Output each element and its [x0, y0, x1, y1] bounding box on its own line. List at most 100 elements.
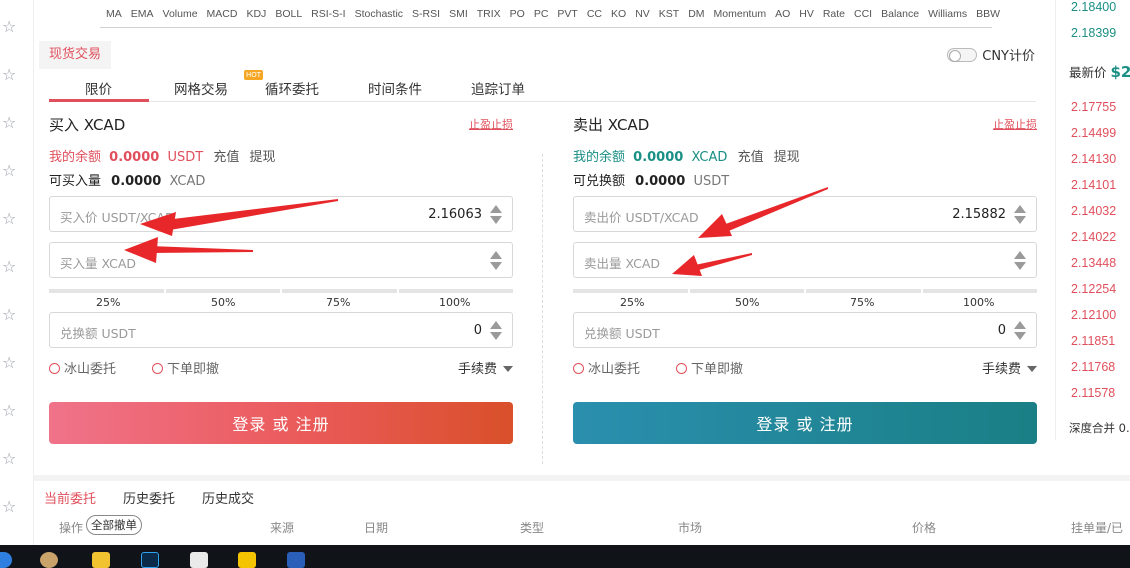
indicator-pc[interactable]: PC	[534, 8, 549, 20]
indicator-rsi[interactable]: RSI-S-I	[311, 8, 345, 20]
ob-price[interactable]: 2.17755	[1071, 100, 1116, 114]
deposit-link[interactable]: 充值	[738, 150, 764, 165]
stepper-icon[interactable]	[1014, 251, 1026, 271]
star-icon[interactable]: ☆	[2, 451, 16, 467]
radio-icon[interactable]	[573, 363, 584, 374]
browser-icon[interactable]	[0, 552, 12, 568]
ob-price[interactable]: 2.12100	[1071, 308, 1116, 322]
percent-75[interactable]: 75%	[326, 296, 350, 309]
percent-50[interactable]: 50%	[735, 296, 759, 309]
sell-stoploss-link[interactable]: 止盈止损	[993, 116, 1037, 132]
indicator-ma[interactable]: MA	[106, 8, 122, 20]
ob-price[interactable]: 2.11851	[1071, 334, 1115, 348]
ob-price[interactable]: 2.18399	[1071, 26, 1116, 40]
iceberg-option[interactable]: 冰山委托	[49, 358, 116, 377]
ob-price[interactable]: 2.14499	[1071, 126, 1116, 140]
indicator-smi[interactable]: SMI	[449, 8, 468, 20]
spot-trading-tab[interactable]: 现货交易	[39, 41, 112, 69]
tab-loop-order[interactable]: 循环委托	[265, 78, 319, 98]
buy-amount-input[interactable]: 买入量 XCAD	[49, 242, 513, 278]
deposit-link[interactable]: 充值	[213, 150, 239, 165]
folder-icon[interactable]	[92, 552, 110, 568]
ioc-option[interactable]: 下单即撤	[676, 358, 743, 377]
word-icon[interactable]	[287, 552, 305, 568]
star-icon[interactable]: ☆	[2, 403, 16, 419]
tab-grid-trading[interactable]: 网格交易	[174, 78, 228, 98]
indicator-macd[interactable]: MACD	[207, 8, 238, 20]
indicator-stochastic[interactable]: Stochastic	[355, 8, 403, 20]
indicator-kst[interactable]: KST	[659, 8, 679, 20]
star-icon[interactable]: ☆	[2, 355, 16, 371]
tab-current-orders[interactable]: 当前委托	[44, 488, 96, 507]
percent-25[interactable]: 25%	[96, 296, 120, 309]
radio-icon[interactable]	[152, 363, 163, 374]
ob-price[interactable]: 2.18400	[1071, 0, 1116, 14]
sell-total-input[interactable]: 兑换额 USDT 0	[573, 312, 1037, 348]
indicator-ao[interactable]: AO	[775, 8, 790, 20]
indicator-ko[interactable]: KO	[611, 8, 626, 20]
avatar-app-icon[interactable]	[40, 552, 58, 568]
ob-price[interactable]: 2.14101	[1071, 178, 1116, 192]
radio-icon[interactable]	[49, 363, 60, 374]
tab-trade-history[interactable]: 历史成交	[202, 488, 254, 507]
indicator-ema[interactable]: EMA	[131, 8, 154, 20]
indicator-pvt[interactable]: PVT	[557, 8, 577, 20]
tab-order-history[interactable]: 历史委托	[123, 488, 175, 507]
photoshop-icon[interactable]	[141, 552, 159, 568]
withdraw-link[interactable]: 提现	[774, 150, 800, 165]
star-icon[interactable]: ☆	[2, 163, 16, 179]
buy-total-input[interactable]: 兑换额 USDT 0	[49, 312, 513, 348]
stepper-icon[interactable]	[1014, 321, 1026, 341]
indicator-nv[interactable]: NV	[635, 8, 650, 20]
indicator-trix[interactable]: TRIX	[477, 8, 501, 20]
star-icon[interactable]: ☆	[2, 19, 16, 35]
fee-dropdown[interactable]: 手续费	[982, 358, 1037, 377]
ob-price[interactable]: 2.13448	[1071, 256, 1116, 270]
buy-stoploss-link[interactable]: 止盈止损	[469, 116, 513, 132]
percent-100[interactable]: 100%	[963, 296, 994, 309]
cny-pricing-toggle[interactable]: CNY计价	[947, 45, 1035, 64]
star-icon[interactable]: ☆	[2, 67, 16, 83]
percent-50[interactable]: 50%	[211, 296, 235, 309]
sell-amount-input[interactable]: 卖出量 XCAD	[573, 242, 1037, 278]
ob-price[interactable]: 2.11578	[1071, 386, 1115, 400]
indicator-cci[interactable]: CCI	[854, 8, 872, 20]
stepper-icon[interactable]	[490, 205, 502, 225]
toggle-switch[interactable]	[947, 47, 978, 62]
indicator-po[interactable]: PO	[510, 8, 525, 20]
depth-merge-selector[interactable]: 深度合并 0.	[1069, 420, 1130, 436]
buy-percent-slider[interactable]	[49, 289, 513, 293]
indicator-momentum[interactable]: Momentum	[714, 8, 767, 20]
star-icon[interactable]: ☆	[2, 499, 16, 515]
indicator-bbw[interactable]: BBW	[976, 8, 1000, 20]
stepper-icon[interactable]	[490, 251, 502, 271]
star-icon[interactable]: ☆	[2, 115, 16, 131]
stepper-icon[interactable]	[490, 321, 502, 341]
ob-price[interactable]: 2.14022	[1071, 230, 1116, 244]
star-icon[interactable]: ☆	[2, 211, 16, 227]
percent-100[interactable]: 100%	[439, 296, 470, 309]
app-icon[interactable]	[238, 552, 256, 568]
iceberg-option[interactable]: 冰山委托	[573, 358, 640, 377]
percent-25[interactable]: 25%	[620, 296, 644, 309]
indicator-balance[interactable]: Balance	[881, 8, 919, 20]
sell-login-register-button[interactable]: 登录 或 注册	[573, 402, 1037, 444]
star-icon[interactable]: ☆	[2, 307, 16, 323]
cancel-all-button[interactable]: 全部撤单	[86, 515, 142, 535]
ioc-option[interactable]: 下单即撤	[152, 358, 219, 377]
fee-dropdown[interactable]: 手续费	[458, 358, 513, 377]
indicator-volume[interactable]: Volume	[163, 8, 198, 20]
ob-price[interactable]: 2.14130	[1071, 152, 1116, 166]
star-icon[interactable]: ☆	[2, 259, 16, 275]
tab-trailing-order[interactable]: 追踪订单	[471, 78, 525, 98]
buy-login-register-button[interactable]: 登录 或 注册	[49, 402, 513, 444]
withdraw-link[interactable]: 提现	[249, 150, 275, 165]
ob-price[interactable]: 2.11768	[1071, 360, 1115, 374]
indicator-cc[interactable]: CC	[587, 8, 602, 20]
ob-price[interactable]: 2.12254	[1071, 282, 1116, 296]
indicator-williams[interactable]: Williams	[928, 8, 967, 20]
sell-price-input[interactable]: 卖出价 USDT/XCAD 2.15882	[573, 196, 1037, 232]
indicator-hv[interactable]: HV	[799, 8, 814, 20]
percent-75[interactable]: 75%	[850, 296, 874, 309]
buy-price-input[interactable]: 买入价 USDT/XCAD 2.16063	[49, 196, 513, 232]
